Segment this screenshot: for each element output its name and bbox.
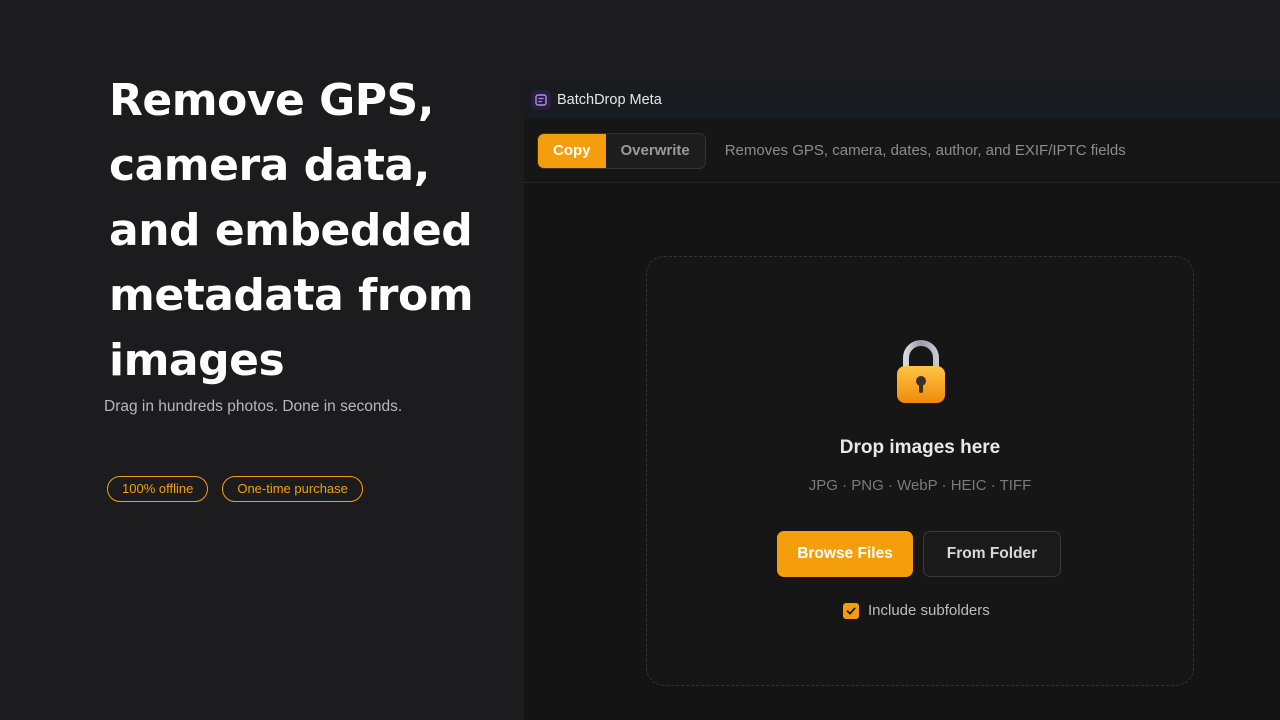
include-subfolders-option[interactable]: Include subfolders xyxy=(843,602,990,619)
include-subfolders-checkbox[interactable] xyxy=(843,602,859,619)
hero-title: Remove GPS, camera data, and embedded me… xyxy=(109,75,474,386)
app-window: BatchDrop Meta Copy Overwrite Removes GP… xyxy=(524,81,1280,720)
drop-zone[interactable]: Drop images here JPG · PNG · WebP · HEIC… xyxy=(646,256,1194,686)
mode-toggle: Copy Overwrite xyxy=(537,132,706,169)
pill-offline: 100% offline xyxy=(107,476,209,502)
app-title: BatchDrop Meta xyxy=(557,92,662,108)
mode-overwrite-button[interactable]: Overwrite xyxy=(606,134,705,168)
mode-copy-button[interactable]: Copy xyxy=(538,133,606,168)
hero-subtitle: Drag in hundreds photos. Done in seconds… xyxy=(104,398,403,415)
feature-pills: 100% offline One-time purchase xyxy=(107,476,363,502)
pill-one-time-purchase: One-time purchase xyxy=(222,476,363,502)
from-folder-button[interactable]: From Folder xyxy=(923,531,1061,577)
lock-icon xyxy=(897,340,945,403)
drop-actions: Browse Files From Folder xyxy=(777,531,1061,577)
drop-title: Drop images here xyxy=(839,437,1001,458)
browse-files-button[interactable]: Browse Files xyxy=(777,531,913,577)
supported-formats: JPG · PNG · WebP · HEIC · TIFF xyxy=(808,477,1032,494)
toolbar: Copy Overwrite Removes GPS, camera, date… xyxy=(524,119,1280,183)
include-subfolders-label: Include subfolders xyxy=(868,602,990,619)
checkmark-icon xyxy=(846,607,856,614)
mode-description: Removes GPS, camera, dates, author, and … xyxy=(724,142,1126,159)
title-bar: BatchDrop Meta xyxy=(524,81,1280,119)
app-logo-icon xyxy=(531,90,551,110)
